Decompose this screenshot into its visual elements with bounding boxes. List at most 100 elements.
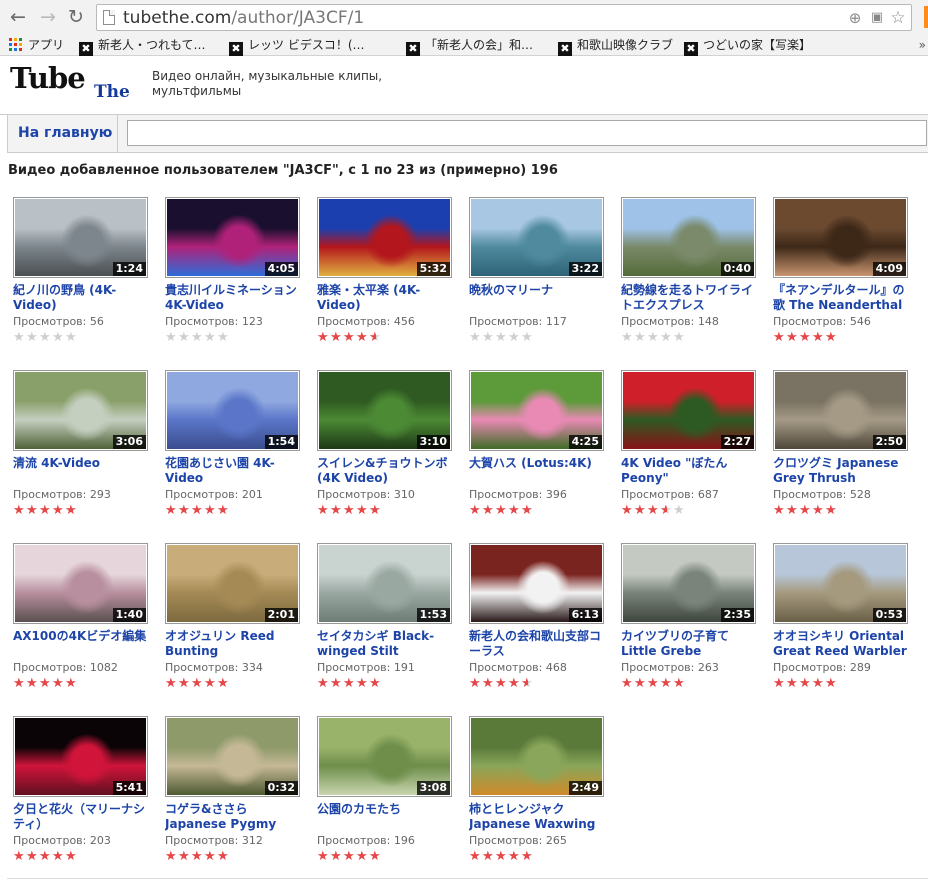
video-thumbnail[interactable]: 4:25	[469, 370, 604, 451]
video-thumbnail[interactable]: 4:09	[773, 197, 908, 278]
rating-star-icon: ★★	[482, 503, 494, 518]
video-thumbnail[interactable]: 2:50	[773, 370, 908, 451]
rating-star-icon: ★★	[369, 849, 381, 864]
video-thumbnail[interactable]: 5:32	[317, 197, 452, 278]
bookmark-item[interactable]: ✖ 「新老人の会」和…	[406, 35, 533, 56]
rating-star-icon: ★★	[634, 676, 646, 691]
bookmark-favicon: ✖	[406, 42, 420, 56]
site-logo[interactable]: Tube The	[10, 61, 135, 111]
forward-arrow-icon[interactable]: →	[36, 5, 60, 29]
video-thumbnail[interactable]: 2:49	[469, 716, 604, 797]
video-thumbnail[interactable]: 0:32	[165, 716, 300, 797]
rating-star-icon: ★★	[660, 503, 672, 518]
video-title-link[interactable]: 新老人の会和歌山支部コーラス	[469, 629, 609, 660]
rating-star-icon: ★★	[165, 676, 177, 691]
video-thumbnail[interactable]: 0:53	[773, 543, 908, 624]
video-card: 2:35 カイツブリの子育て Little Grebe Просмотров: …	[621, 543, 761, 691]
bookmark-item[interactable]: ✖ レッツ ビデスコ！(…	[229, 35, 365, 56]
video-title-link[interactable]: 紀ノ川の野鳥 (4K-Video)	[13, 283, 153, 314]
url-text[interactable]: tubethe.com/author/JA3CF/1	[123, 8, 364, 28]
rating-star-icon: ★★	[178, 676, 190, 691]
rating-star-icon: ★★	[825, 503, 837, 518]
video-title-link[interactable]: 公園のカモたち	[317, 802, 457, 833]
video-thumbnail[interactable]: 6:13	[469, 543, 604, 624]
video-duration: 4:05	[264, 262, 298, 276]
bookmark-apps[interactable]: アプリ	[9, 35, 64, 55]
reload-icon[interactable]: ↻	[64, 5, 88, 29]
video-title-link[interactable]: 花園あじさい園 4K-Video	[165, 456, 305, 487]
video-title-link[interactable]: 大賀ハス (Lotus:4K)	[469, 456, 609, 487]
search-input[interactable]	[127, 120, 927, 146]
rating-star-icon: ★★	[369, 676, 381, 691]
video-title-link[interactable]: 貴志川イルミネーション 4K-Video	[165, 283, 305, 314]
bookmarks-overflow-button[interactable]: »	[919, 35, 926, 55]
video-thumbnail[interactable]: 3:06	[13, 370, 148, 451]
video-duration: 2:49	[568, 781, 602, 795]
video-title-link[interactable]: セイタカシギ Black-winged Stilt	[317, 629, 457, 660]
video-views: Просмотров: 196	[317, 834, 415, 847]
rating-star-icon: ★★	[13, 849, 25, 864]
video-rating: ★★★★★★★★★★	[621, 504, 761, 518]
video-title-link[interactable]: オオジュリン Reed Bunting	[165, 629, 305, 660]
video-title-link[interactable]: クロツグミ Japanese Grey Thrush	[773, 456, 913, 487]
video-title-link[interactable]: カイツブリの子育て Little Grebe	[621, 629, 761, 660]
video-thumbnail[interactable]: 3:10	[317, 370, 452, 451]
video-title-link[interactable]: 晩秋のマリーナ	[469, 283, 609, 314]
video-title-link[interactable]: AX100の4Kビデオ編集	[13, 629, 153, 660]
bookmark-star-icon[interactable]: ☆	[888, 8, 908, 28]
rating-star-icon: ★★	[317, 330, 329, 345]
video-thumbnail[interactable]: 0:40	[621, 197, 756, 278]
rating-star-icon: ★★	[773, 330, 785, 345]
video-title-link[interactable]: 清流 4K-Video	[13, 456, 153, 487]
rating-star-icon: ★★	[191, 503, 203, 518]
video-title-link[interactable]: コゲラ&ささら Japanese Pygmy Woodpecker	[165, 802, 305, 833]
rating-star-icon: ★★	[65, 503, 77, 518]
bookmark-item[interactable]: ✖ 新老人・つれもて…	[79, 35, 206, 56]
video-thumbnail[interactable]: 1:24	[13, 197, 148, 278]
video-rating: ★★★★★★★★★★	[773, 504, 913, 518]
rating-star-icon: ★★	[786, 676, 798, 691]
rating-star-icon: ★★	[343, 330, 355, 345]
home-link[interactable]: На главную	[8, 115, 118, 152]
video-thumbnail[interactable]: 1:54	[165, 370, 300, 451]
back-arrow-icon[interactable]: ←	[6, 5, 30, 29]
video-duration: 4:09	[872, 262, 906, 276]
rating-star-icon: ★★	[508, 676, 520, 691]
rating-star-icon: ★★	[26, 849, 38, 864]
site-tagline: Видео онлайн, музыкальные клипы, мультфи…	[152, 69, 383, 98]
bookmark-item[interactable]: ✖ 和歌山映像クラブ	[558, 35, 673, 56]
video-thumbnail[interactable]: 2:01	[165, 543, 300, 624]
video-title-link[interactable]: 『ネアンデルタール』の歌 The Neanderthal Song	[773, 283, 913, 314]
rating-star-icon: ★★	[217, 676, 229, 691]
video-rating: ★★★★★★★★★★	[165, 331, 305, 345]
rating-star-icon: ★★	[660, 330, 672, 345]
video-title-link[interactable]: オオヨシキリ Oriental Great Reed Warbler	[773, 629, 913, 660]
video-thumbnail[interactable]: 1:53	[317, 543, 452, 624]
bookmark-item[interactable]: ✖ つどいの家【写楽】	[684, 35, 811, 56]
video-thumbnail[interactable]: 5:41	[13, 716, 148, 797]
video-rating: ★★★★★★★★★★	[469, 331, 609, 345]
video-title-link[interactable]: 夕日と花火（マリーナシティ）	[13, 802, 153, 833]
zoom-icon[interactable]: ⊕	[845, 8, 865, 28]
rating-star-icon: ★★	[26, 330, 38, 345]
video-thumbnail[interactable]: 2:35	[621, 543, 756, 624]
video-title-link[interactable]: 4K Video "ぼたん Peony"	[621, 456, 761, 487]
video-thumbnail[interactable]: 3:08	[317, 716, 452, 797]
address-bar[interactable]: tubethe.com/author/JA3CF/1 ⊕ ▣ ☆	[96, 4, 912, 31]
video-title-link[interactable]: 紀勢線を走るトワイライトエクスプレス	[621, 283, 761, 314]
rating-star-icon: ★★	[647, 676, 659, 691]
rating-star-icon: ★★	[495, 849, 507, 864]
video-title-link[interactable]: 雅楽・太平楽 (4K-Video)	[317, 283, 457, 314]
video-thumbnail[interactable]: 2:27	[621, 370, 756, 451]
video-views: Просмотров: 293	[13, 488, 111, 501]
video-thumbnail[interactable]: 3:22	[469, 197, 604, 278]
translate-icon[interactable]: ▣	[867, 8, 887, 28]
video-duration: 2:50	[872, 435, 906, 449]
menu-icon[interactable]	[924, 6, 928, 28]
video-title-link[interactable]: 柿とヒレンジャク Japanese Waxwing	[469, 802, 609, 833]
rating-star-icon: ★★	[165, 849, 177, 864]
rating-star-icon: ★★	[660, 676, 672, 691]
video-thumbnail[interactable]: 4:05	[165, 197, 300, 278]
video-thumbnail[interactable]: 1:40	[13, 543, 148, 624]
video-title-link[interactable]: スイレン&チョウトンボ (4K Video)	[317, 456, 457, 487]
